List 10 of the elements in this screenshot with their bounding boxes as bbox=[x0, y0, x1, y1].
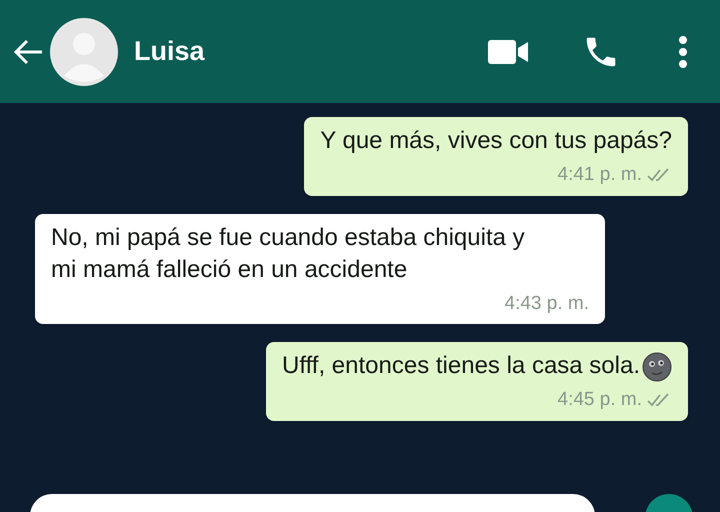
message-time: 4:45 p. m. bbox=[558, 388, 642, 412]
message-time: 4:41 p. m. bbox=[558, 163, 642, 187]
avatar-icon[interactable] bbox=[50, 18, 118, 86]
message-text: Ufff, entonces tienes la casa sola. bbox=[282, 352, 640, 379]
message-text: Y que más, vives con tus papás? bbox=[320, 127, 672, 154]
video-call-icon[interactable] bbox=[488, 40, 530, 64]
message-text: No, mi papá se fue cuando estaba chiquita y mi mamá falleció en un accidente bbox=[51, 224, 525, 282]
message-time: 4:43 p. m. bbox=[504, 292, 589, 316]
more-options-icon[interactable] bbox=[678, 34, 688, 68]
contact-name[interactable]: Luisa bbox=[134, 31, 205, 72]
